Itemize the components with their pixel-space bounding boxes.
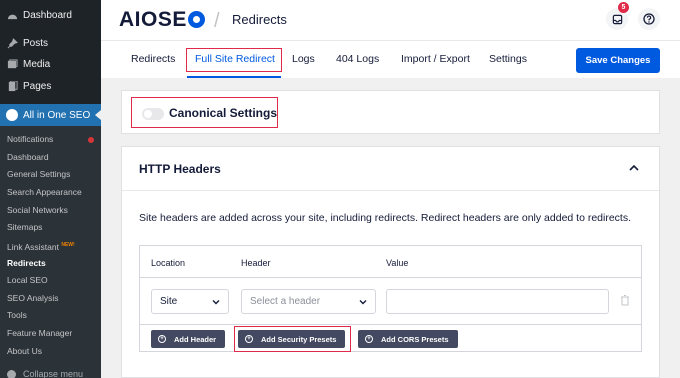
page-title: Redirects	[232, 12, 287, 27]
submenu-item-search-appearance[interactable]: Search Appearance	[7, 185, 82, 199]
submenu-label: SEO Analysis	[7, 293, 59, 303]
header-select[interactable]: Select a header	[241, 289, 376, 314]
collapse-icon	[7, 369, 16, 378]
submenu-item-notifications[interactable]: Notifications	[7, 132, 53, 146]
submenu-item-social-networks[interactable]: Social Networks	[7, 203, 68, 217]
submenu-item-general-settings[interactable]: General Settings	[7, 167, 70, 181]
sidebar-item-pages[interactable]: Pages	[0, 75, 101, 97]
table-footer-divider	[140, 324, 641, 325]
tab-settings[interactable]: Settings	[489, 53, 527, 65]
location-select[interactable]: Site	[151, 289, 229, 314]
inbox-count-badge: 5	[618, 2, 629, 13]
sidebar-item-label: Dashboard	[23, 9, 72, 21]
submenu-label: Redirects	[7, 258, 46, 268]
add-cors-presets-label: Add CORS Presets	[381, 334, 449, 344]
sidebar-item-label: Posts	[23, 37, 49, 49]
notification-dot	[88, 137, 94, 143]
sidebar-item-label: Pages	[23, 80, 52, 92]
aioseo-logo: AIOSE	[119, 8, 205, 32]
submenu-item-sitemaps[interactable]: Sitemaps	[7, 220, 42, 234]
submenu-item-link-assistant[interactable]: Link Assistant NEW!	[7, 238, 75, 252]
sidebar-item-all-in-one-seo[interactable]: All in One SEO	[0, 104, 101, 126]
http-headers-title: HTTP Headers	[139, 162, 221, 176]
gear-logo-icon	[187, 11, 205, 28]
submenu-item-dashboard[interactable]: Dashboard	[7, 150, 49, 164]
header-divider	[122, 190, 659, 191]
new-badge: NEW!	[61, 242, 75, 248]
sidebar-item-dashboard[interactable]: Dashboard	[0, 4, 101, 26]
tab-logs[interactable]: Logs	[292, 53, 315, 65]
submenu-label: Tools	[7, 310, 27, 320]
submenu-label: Search Appearance	[7, 187, 82, 197]
add-cors-presets-button[interactable]: + Add CORS Presets	[358, 330, 458, 348]
submenu-label: Notifications	[7, 134, 54, 144]
sidebar-item-media[interactable]: Media	[0, 53, 101, 75]
media-icon	[6, 58, 18, 70]
collapse-label: Collapse menu	[23, 369, 84, 378]
chevron-down-icon	[359, 298, 367, 307]
value-input[interactable]	[386, 289, 609, 314]
sidebar-item-posts[interactable]: Posts	[0, 32, 101, 54]
submenu-label: Social Networks	[7, 205, 68, 215]
sidebar-item-label: Media	[23, 58, 51, 70]
submenu-label: Local SEO	[7, 275, 48, 285]
submenu-item-local-seo[interactable]: Local SEO	[7, 273, 48, 287]
submenu-label: General Settings	[7, 169, 71, 179]
title-divider: /	[214, 10, 220, 32]
column-header: Header	[241, 258, 271, 268]
submenu-item-feature-manager[interactable]: Feature Manager	[7, 326, 72, 340]
submenu-label: Dashboard	[7, 152, 49, 162]
submenu-item-about-us[interactable]: About Us	[7, 344, 42, 358]
column-value: Value	[386, 258, 409, 268]
chevron-up-icon[interactable]	[629, 162, 639, 174]
plus-circle-icon: +	[365, 335, 373, 343]
table-header-row: Location Header Value	[140, 246, 641, 278]
submenu-label: Feature Manager	[7, 328, 73, 338]
submenu-item-redirects[interactable]: Redirects	[7, 256, 46, 270]
add-header-button[interactable]: + Add Header	[151, 330, 226, 348]
trash-icon[interactable]	[620, 294, 630, 306]
pin-icon	[6, 37, 18, 49]
redirects-tabs: Redirects Full Site Redirect Logs 404 Lo…	[101, 40, 680, 78]
dashboard-icon	[6, 9, 18, 21]
submenu-label: About Us	[7, 346, 42, 356]
help-icon	[643, 13, 655, 25]
tab-404-logs[interactable]: 404 Logs	[336, 53, 379, 65]
pages-icon	[6, 80, 18, 92]
submenu-item-tools[interactable]: Tools	[7, 308, 27, 322]
security-presets-highlight-box	[234, 326, 351, 352]
add-header-label: Add Header	[174, 334, 217, 344]
plus-circle-icon: +	[158, 335, 166, 343]
collapse-menu-button[interactable]: Collapse menu	[0, 366, 101, 378]
submenu-label: Link Assistant	[7, 241, 59, 252]
canonical-highlight-box	[131, 97, 278, 128]
canonical-settings-card: Canonical Settings	[121, 90, 660, 134]
active-tab-underline	[187, 76, 281, 78]
http-headers-table: Location Header Value Site Select a head…	[139, 245, 642, 352]
submenu-item-seo-analysis[interactable]: SEO Analysis	[7, 291, 59, 305]
save-changes-button[interactable]: Save Changes	[576, 48, 660, 73]
tab-highlight-box	[186, 48, 282, 72]
tab-redirects[interactable]: Redirects	[131, 53, 175, 65]
admin-sidebar: Dashboard Posts Media Pages All in One S…	[0, 0, 101, 378]
aioseo-header: AIOSE / Redirects 5	[101, 0, 680, 40]
http-headers-description: Site headers are added across your site,…	[139, 212, 632, 224]
location-select-value: Site	[160, 296, 178, 307]
header-select-placeholder: Select a header	[250, 296, 321, 307]
column-location: Location	[151, 258, 186, 268]
submenu-label: Sitemaps	[7, 222, 43, 232]
chevron-down-icon	[212, 298, 220, 307]
inbox-icon	[612, 14, 622, 24]
sidebar-item-label: All in One SEO	[23, 109, 91, 121]
http-headers-card: HTTP Headers Site headers are added acro…	[121, 146, 660, 378]
aioseo-icon	[6, 109, 18, 121]
tab-import-export[interactable]: Import / Export	[401, 53, 470, 65]
help-button[interactable]	[638, 8, 660, 30]
